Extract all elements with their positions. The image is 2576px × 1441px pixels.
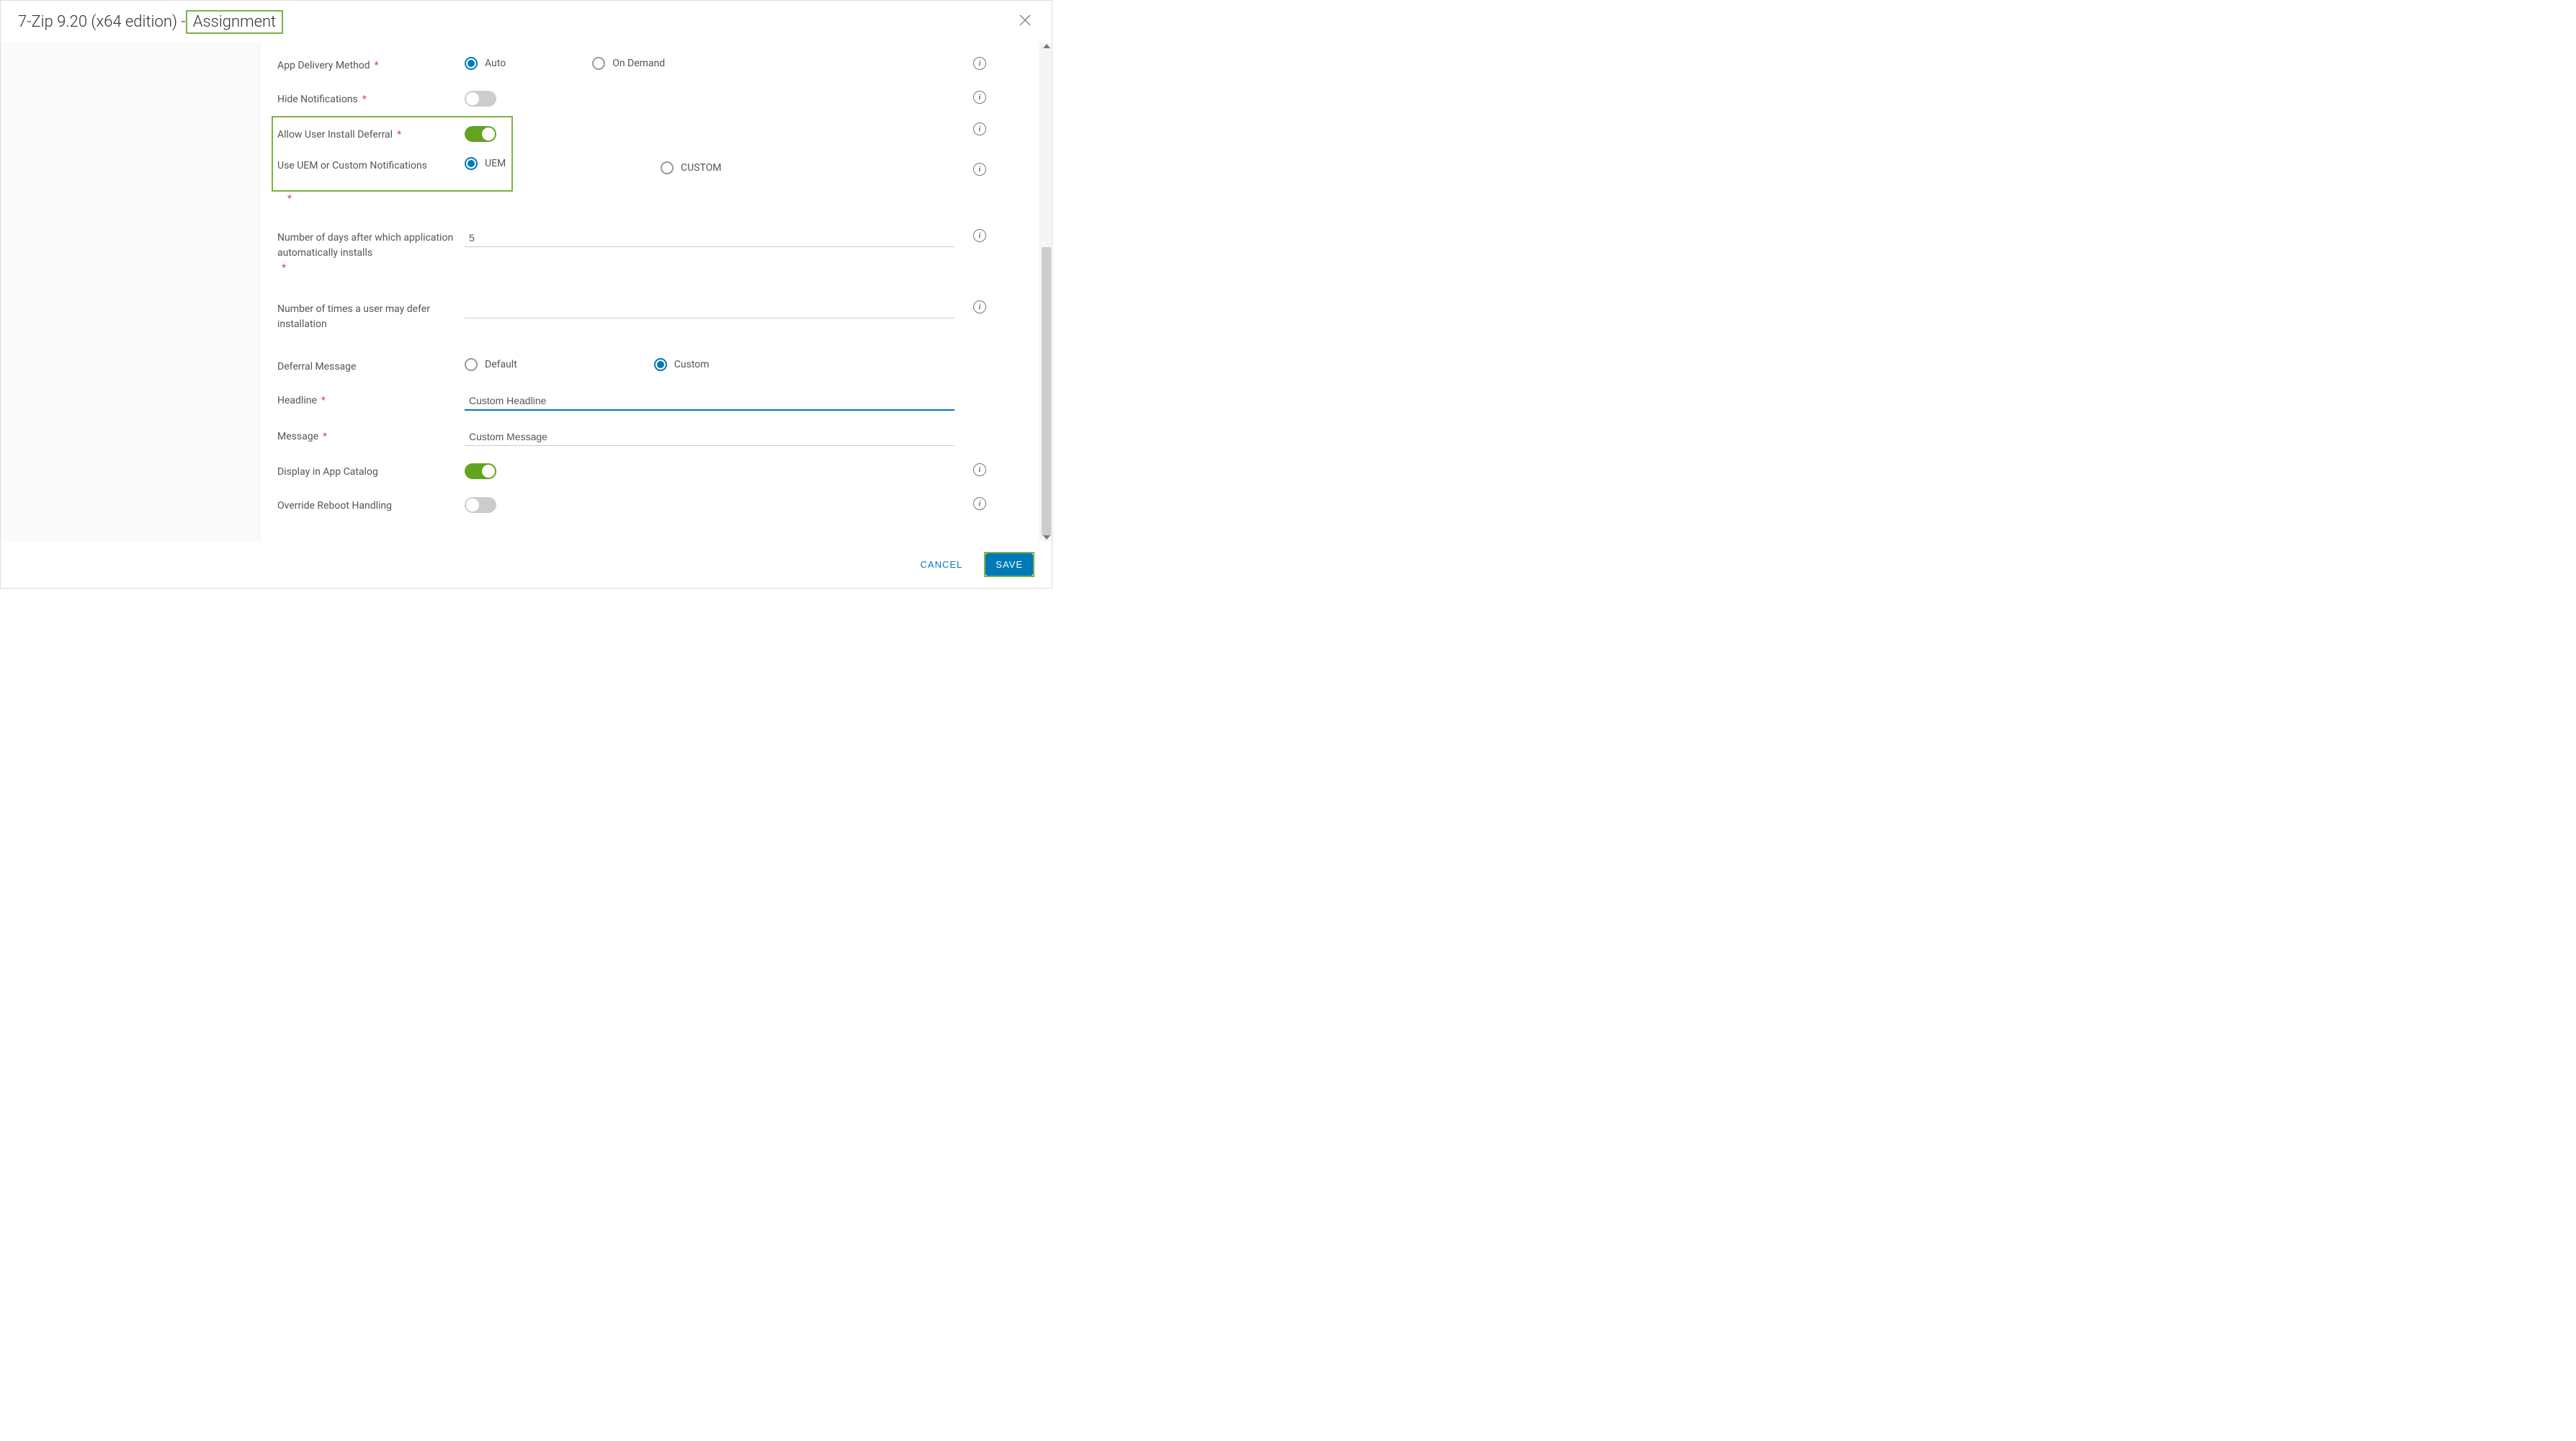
info-icon[interactable]: i	[973, 497, 986, 510]
row-allow-deferral: Allow User Install Deferral*	[277, 117, 511, 156]
radio-label-custom-notif: CUSTOM	[681, 162, 722, 174]
save-button[interactable]: SAVE	[985, 553, 1033, 576]
modal-title: 7-Zip 9.20 (x64 edition) - Assignment	[18, 10, 283, 34]
row-hide-notifications: Hide Notifications* i	[277, 82, 1003, 116]
label-message: Message*	[277, 428, 465, 445]
label-headline: Headline*	[277, 392, 465, 409]
row-defer-times: Number of times a user may defer install…	[277, 292, 1003, 341]
input-days-auto-install[interactable]	[465, 229, 954, 247]
row-deferral-message: Deferral Message Default Custom	[277, 349, 1003, 383]
toggle-allow-deferral[interactable]	[465, 126, 496, 142]
title-suffix-highlight: Assignment	[186, 10, 283, 34]
radio-label-uem: UEM	[485, 158, 506, 169]
scrollbar[interactable]	[1039, 43, 1052, 541]
form-content: App Delivery Method* Auto On Demand	[260, 43, 1039, 541]
info-icon[interactable]: i	[973, 229, 986, 242]
radio-icon	[661, 161, 674, 174]
modal-footer: CANCEL SAVE	[1, 541, 1052, 588]
info-icon[interactable]: i	[973, 463, 986, 476]
highlight-deferral-box: Allow User Install Deferral* Use UEM or …	[272, 116, 513, 192]
toggle-override-reboot[interactable]	[465, 497, 496, 513]
scrollbar-thumb[interactable]	[1042, 247, 1051, 536]
cancel-button[interactable]: CANCEL	[912, 553, 972, 576]
radio-auto[interactable]: Auto	[465, 57, 506, 70]
info-icon[interactable]: i	[973, 300, 986, 313]
scroll-up-icon[interactable]	[1043, 44, 1050, 48]
title-prefix: 7-Zip 9.20 (x64 edition) -	[18, 13, 186, 31]
sidebar	[1, 43, 260, 541]
label-uem-custom: Use UEM or Custom Notifications	[277, 157, 465, 174]
content-wrapper: App Delivery Method* Auto On Demand	[260, 43, 1052, 541]
radio-custom-notif[interactable]: CUSTOM	[661, 161, 722, 174]
row-message: Message*	[277, 419, 1003, 455]
required-mark-uem: *	[287, 193, 292, 205]
label-days-auto-install: Number of days after which application a…	[277, 229, 465, 276]
radio-icon	[465, 57, 478, 70]
input-headline[interactable]	[465, 392, 954, 411]
modal-body: App Delivery Method* Auto On Demand	[1, 43, 1052, 541]
save-button-highlight: SAVE	[984, 552, 1034, 577]
info-icon[interactable]: i	[973, 57, 986, 70]
close-icon	[1019, 14, 1032, 27]
info-icon[interactable]: i	[973, 122, 986, 135]
input-defer-times[interactable]	[465, 300, 954, 318]
row-app-delivery: App Delivery Method* Auto On Demand	[277, 48, 1003, 82]
close-button[interactable]	[1016, 9, 1034, 34]
label-display-catalog: Display in App Catalog	[277, 463, 465, 480]
info-icon[interactable]: i	[973, 163, 986, 176]
label-deferral-message: Deferral Message	[277, 358, 465, 375]
modal-header: 7-Zip 9.20 (x64 edition) - Assignment	[1, 1, 1052, 43]
label-defer-times: Number of times a user may defer install…	[277, 300, 465, 332]
row-override-reboot: Override Reboot Handling i	[277, 488, 1003, 522]
radio-icon	[592, 57, 605, 70]
toggle-display-catalog[interactable]	[465, 463, 496, 479]
radio-label-default: Default	[485, 359, 517, 370]
row-display-catalog: Display in App Catalog i	[277, 455, 1003, 488]
label-allow-deferral: Allow User Install Deferral*	[277, 126, 465, 143]
radio-label-auto: Auto	[485, 58, 506, 69]
scroll-down-icon[interactable]	[1043, 535, 1050, 540]
assignment-modal: 7-Zip 9.20 (x64 edition) - Assignment Ap…	[0, 0, 1052, 589]
label-override-reboot: Override Reboot Handling	[277, 497, 465, 514]
toggle-hide-notifications[interactable]	[465, 91, 496, 107]
radio-label-on-demand: On Demand	[612, 58, 665, 69]
row-headline: Headline*	[277, 383, 1003, 419]
radio-icon	[465, 157, 478, 170]
label-hide-notifications: Hide Notifications*	[277, 91, 465, 107]
radio-uem[interactable]: UEM	[465, 157, 506, 170]
info-icon[interactable]: i	[973, 91, 986, 104]
radio-icon	[654, 358, 667, 371]
radio-icon	[465, 358, 478, 371]
radio-label-custom: Custom	[674, 359, 710, 370]
label-app-delivery: App Delivery Method*	[277, 57, 465, 73]
radio-default-msg[interactable]: Default	[465, 358, 517, 371]
input-message[interactable]	[465, 428, 954, 446]
radio-on-demand[interactable]: On Demand	[592, 57, 665, 70]
row-uem-custom: Use UEM or Custom Notifications UEM	[277, 156, 511, 187]
radio-custom-msg[interactable]: Custom	[654, 358, 710, 371]
row-days-auto-install: Number of days after which application a…	[277, 220, 1003, 285]
